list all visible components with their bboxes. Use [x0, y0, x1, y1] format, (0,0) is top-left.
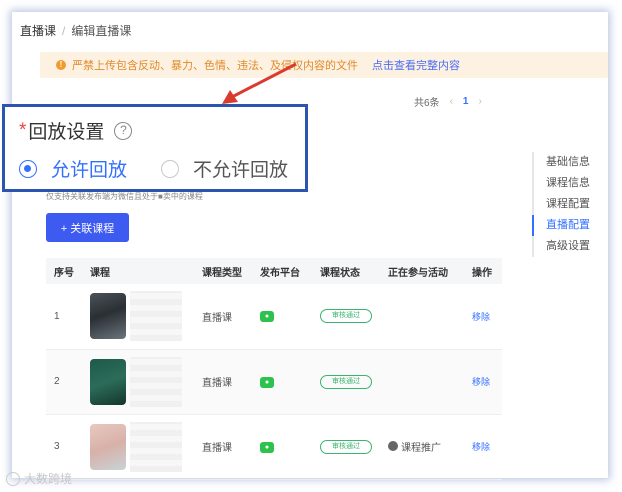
sidenav-item-course-config[interactable]: 课程配置 — [532, 194, 590, 215]
remove-link[interactable]: 移除 — [472, 442, 490, 452]
table-header-row: 序号 课程 课程类型 发布平台 课程状态 正在参与活动 操作 — [46, 258, 502, 284]
course-title-redacted — [130, 291, 182, 342]
watermark: 大数跨境 — [6, 470, 72, 487]
row-status: 审核通过 — [312, 284, 380, 350]
row-course — [82, 284, 194, 350]
required-mark: * — [19, 119, 27, 141]
course-thumbnail — [90, 293, 126, 340]
row-course — [82, 349, 194, 415]
link-course-hint: 仅支持关联发布端为微信且处于■卖中的课程 — [46, 192, 203, 201]
page-number[interactable]: 1 — [463, 96, 469, 107]
course-table: 序号 课程 课程类型 发布平台 课程状态 正在参与活动 操作 1 直播课 ● 审… — [46, 258, 502, 480]
col-index: 序号 — [46, 258, 82, 284]
status-badge: 审核通过 — [320, 309, 372, 324]
deny-replay-label[interactable]: 不允许回放 — [193, 155, 288, 182]
table-row: 1 直播课 ● 审核通过 移除 — [46, 284, 502, 350]
col-status: 课程状态 — [312, 258, 380, 284]
row-index: 2 — [46, 349, 82, 415]
notice-link[interactable]: 点击查看完整内容 — [372, 57, 460, 73]
table-row: 3 直播课 ● 审核通过 课程推广 移除 — [46, 414, 502, 480]
remove-link[interactable]: 移除 — [472, 312, 490, 322]
next-page-icon[interactable]: › — [478, 96, 481, 107]
replay-title-text: 回放设置 — [28, 122, 105, 143]
row-status: 审核通过 — [312, 414, 380, 480]
breadcrumb-root[interactable]: 直播课 — [20, 24, 56, 38]
warning-icon: ! — [56, 60, 66, 70]
help-icon[interactable]: ? — [114, 121, 133, 140]
row-activity — [380, 349, 464, 415]
row-type: 直播课 — [194, 414, 252, 480]
breadcrumb: 直播课 / 编辑直播课 — [20, 22, 131, 39]
row-action: 移除 — [464, 349, 502, 415]
activity-tag: 课程推广 — [388, 439, 441, 454]
row-activity — [380, 284, 464, 350]
row-action: 移除 — [464, 284, 502, 350]
row-type: 直播课 — [194, 349, 252, 415]
deny-replay-radio[interactable] — [161, 159, 180, 178]
replay-settings-highlight: * 回放设置 ? 允许回放 不允许回放 — [2, 104, 308, 192]
row-course — [82, 414, 194, 480]
replay-options: 允许回放 不允许回放 — [19, 155, 288, 182]
row-activity: 课程推广 — [380, 414, 464, 480]
total-count: 共6条 — [414, 98, 440, 109]
status-badge: 审核通过 — [320, 439, 372, 454]
sidenav-item-basic[interactable]: 基础信息 — [532, 152, 590, 173]
course-thumbnail — [90, 358, 126, 405]
breadcrumb-separator: / — [62, 24, 66, 38]
row-type: 直播课 — [194, 284, 252, 350]
table-row: 2 直播课 ● 审核通过 移除 — [46, 349, 502, 415]
allow-replay-radio[interactable] — [19, 159, 37, 178]
pagination: 共6条 ‹ 1 › — [414, 94, 482, 109]
allow-replay-label[interactable]: 允许回放 — [51, 155, 127, 182]
sidenav-item-live-config[interactable]: 直播配置 — [532, 215, 590, 236]
row-platform: ● — [252, 414, 312, 480]
row-platform: ● — [252, 349, 312, 415]
course-title-redacted — [130, 356, 182, 407]
course-thumbnail — [90, 423, 126, 470]
remove-link[interactable]: 移除 — [472, 377, 490, 387]
annotation-arrow-icon — [222, 62, 297, 104]
link-course-button[interactable]: + 关联课程 — [46, 213, 129, 242]
warning-notice: ! 严禁上传包含反动、暴力、色情、违法、及侵权内容的文件 点击查看完整内容 — [40, 52, 608, 78]
course-title-redacted — [130, 421, 182, 472]
notice-text: 严禁上传包含反动、暴力、色情、违法、及侵权内容的文件 — [72, 60, 358, 72]
col-platform: 发布平台 — [252, 258, 312, 284]
col-activity: 正在参与活动 — [380, 258, 464, 284]
col-course: 课程 — [82, 258, 194, 284]
col-type: 课程类型 — [194, 258, 252, 284]
watermark-logo-icon — [6, 471, 20, 486]
wechat-icon: ● — [260, 441, 274, 453]
status-badge: 审核通过 — [320, 374, 372, 389]
sidenav-item-advanced[interactable]: 高级设置 — [532, 236, 590, 257]
replay-settings-title: * 回放设置 ? — [19, 117, 133, 144]
wechat-icon: ● — [260, 376, 274, 388]
prev-page-icon[interactable]: ‹ — [450, 96, 453, 107]
breadcrumb-current: 编辑直播课 — [71, 24, 132, 38]
sidenav-item-course-info[interactable]: 课程信息 — [532, 173, 590, 194]
col-action: 操作 — [464, 258, 502, 284]
watermark-text: 大数跨境 — [24, 472, 73, 486]
row-status: 审核通过 — [312, 349, 380, 415]
side-navigation: 基础信息 课程信息 课程配置 直播配置 高级设置 — [532, 152, 590, 257]
activity-label: 课程推广 — [401, 442, 441, 454]
row-index: 1 — [46, 284, 82, 350]
wechat-icon: ● — [260, 311, 274, 323]
row-platform: ● — [252, 284, 312, 350]
chart-icon — [388, 441, 398, 452]
row-action: 移除 — [464, 414, 502, 480]
